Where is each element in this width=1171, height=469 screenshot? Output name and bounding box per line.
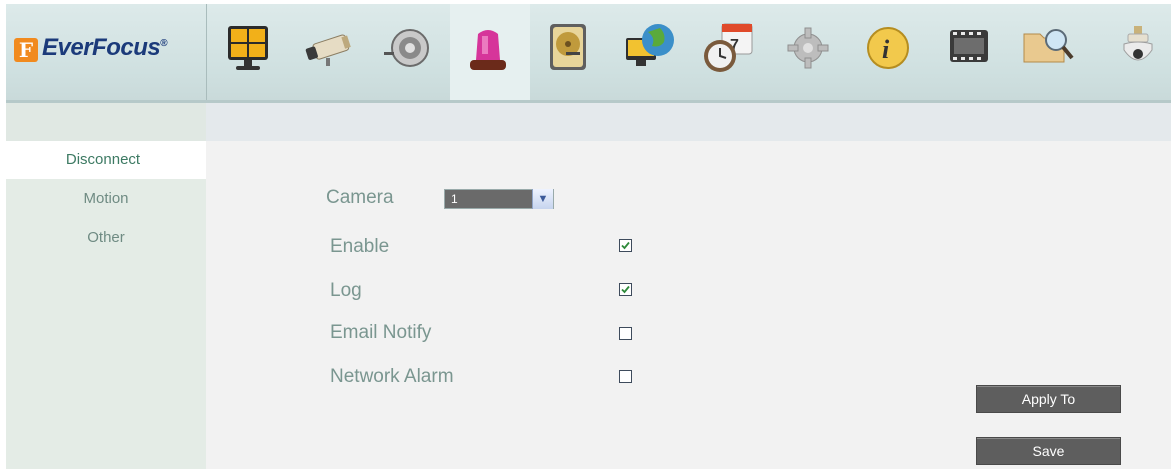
svg-text:i: i xyxy=(882,35,890,64)
save-button[interactable]: Save xyxy=(976,437,1121,465)
toolbar-info[interactable]: i xyxy=(850,4,930,100)
logo: F EverFocus® xyxy=(6,4,207,100)
toolbar-settings[interactable] xyxy=(770,4,850,100)
camera-select-value: 1 xyxy=(451,192,458,206)
apply-to-button[interactable]: Apply To xyxy=(976,385,1121,413)
hard-disk-icon xyxy=(550,24,586,70)
toolbar-camera[interactable] xyxy=(290,4,370,100)
log-label: Log xyxy=(330,280,362,301)
main-panel: Camera 1 ▼ Enable Log Email Notify Netwo… xyxy=(206,141,1171,469)
record-icon xyxy=(384,29,429,67)
schedule-icon: 7 xyxy=(704,23,753,72)
live-view-icon xyxy=(228,26,268,70)
email-notify-label: Email Notify xyxy=(330,322,432,343)
info-icon: i xyxy=(867,27,909,69)
toolbar-hard-disk[interactable] xyxy=(530,4,610,100)
enable-label: Enable xyxy=(330,236,390,257)
camera-label: Camera xyxy=(326,187,394,208)
enable-checkbox[interactable] xyxy=(619,239,632,252)
email-notify-checkbox[interactable] xyxy=(619,327,632,340)
camera-select[interactable]: 1 ▼ xyxy=(444,189,554,209)
ptz-dome-icon xyxy=(1123,26,1153,61)
toolbar-playback[interactable] xyxy=(930,4,1010,100)
network-alarm-checkbox[interactable] xyxy=(619,370,632,383)
settings-gear-icon xyxy=(787,27,829,69)
sub-header-bar xyxy=(6,103,1171,141)
toolbar-schedule[interactable]: 7 xyxy=(690,4,770,100)
sidebar-item-disconnect[interactable]: Disconnect xyxy=(0,141,206,179)
logo-text: EverFocus® xyxy=(42,34,168,62)
logo-badge: F xyxy=(14,38,38,62)
toolbar-network[interactable] xyxy=(610,4,690,100)
logo-registered-mark: ® xyxy=(160,38,168,49)
sub-header-left xyxy=(6,103,206,141)
toolbar-ptz[interactable] xyxy=(1090,4,1170,100)
network-icon xyxy=(626,24,674,66)
alarm-siren-icon xyxy=(470,30,506,70)
toolbar-search[interactable] xyxy=(1010,4,1090,100)
sidebar-item-motion[interactable]: Motion xyxy=(6,180,206,218)
toolbar-live-view[interactable] xyxy=(210,4,290,100)
sidebar: Disconnect Motion Other xyxy=(0,141,206,469)
top-header: F EverFocus® 7 i xyxy=(6,4,1171,103)
checkmark-icon xyxy=(621,241,630,250)
sidebar-item-other[interactable]: Other xyxy=(6,219,206,257)
main-toolbar: 7 i xyxy=(208,4,1171,100)
camera-icon xyxy=(305,34,351,66)
logo-name: EverFocus xyxy=(42,34,161,61)
log-checkbox[interactable] xyxy=(619,283,632,296)
toolbar-alarm[interactable] xyxy=(450,4,530,100)
checkmark-icon xyxy=(621,285,630,294)
chevron-down-icon[interactable]: ▼ xyxy=(532,189,553,209)
toolbar-record[interactable] xyxy=(370,4,450,100)
network-alarm-label: Network Alarm xyxy=(330,366,454,387)
playback-film-icon xyxy=(950,30,988,62)
search-folder-icon xyxy=(1023,29,1074,63)
